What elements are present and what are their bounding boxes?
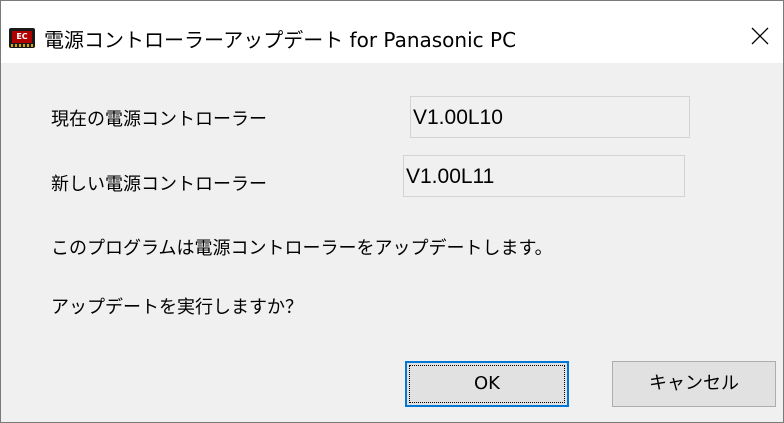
ok-button-label: OK [474,373,500,394]
close-icon [751,27,769,45]
window-title: 電源コントローラーアップデート for Panasonic PC [44,28,517,52]
description-text: このプログラムは電源コントローラーをアップデートします。 [51,238,553,259]
confirm-question: アップデートを実行しますか？ [51,297,303,318]
cancel-button[interactable]: キャンセル [612,361,776,407]
new-version-label: 新しい電源コントローラー [51,174,267,195]
app-icon-label: EC [12,31,32,43]
ec-chip-icon: EC [9,28,35,48]
close-button[interactable] [743,19,777,53]
current-version-field: V1.00L10 [410,96,690,138]
ok-button[interactable]: OK [405,361,569,407]
dialog-window: EC 電源コントローラーアップデート for Panasonic PC 現在の電… [0,0,784,423]
current-version-label: 現在の電源コントローラー [51,109,267,130]
dialog-body: 現在の電源コントローラー V1.00L10 新しい電源コントローラー V1.00… [1,63,783,422]
cancel-button-label: キャンセル [649,373,739,394]
new-version-field: V1.00L11 [403,155,685,197]
title-bar: EC 電源コントローラーアップデート for Panasonic PC [1,1,783,63]
